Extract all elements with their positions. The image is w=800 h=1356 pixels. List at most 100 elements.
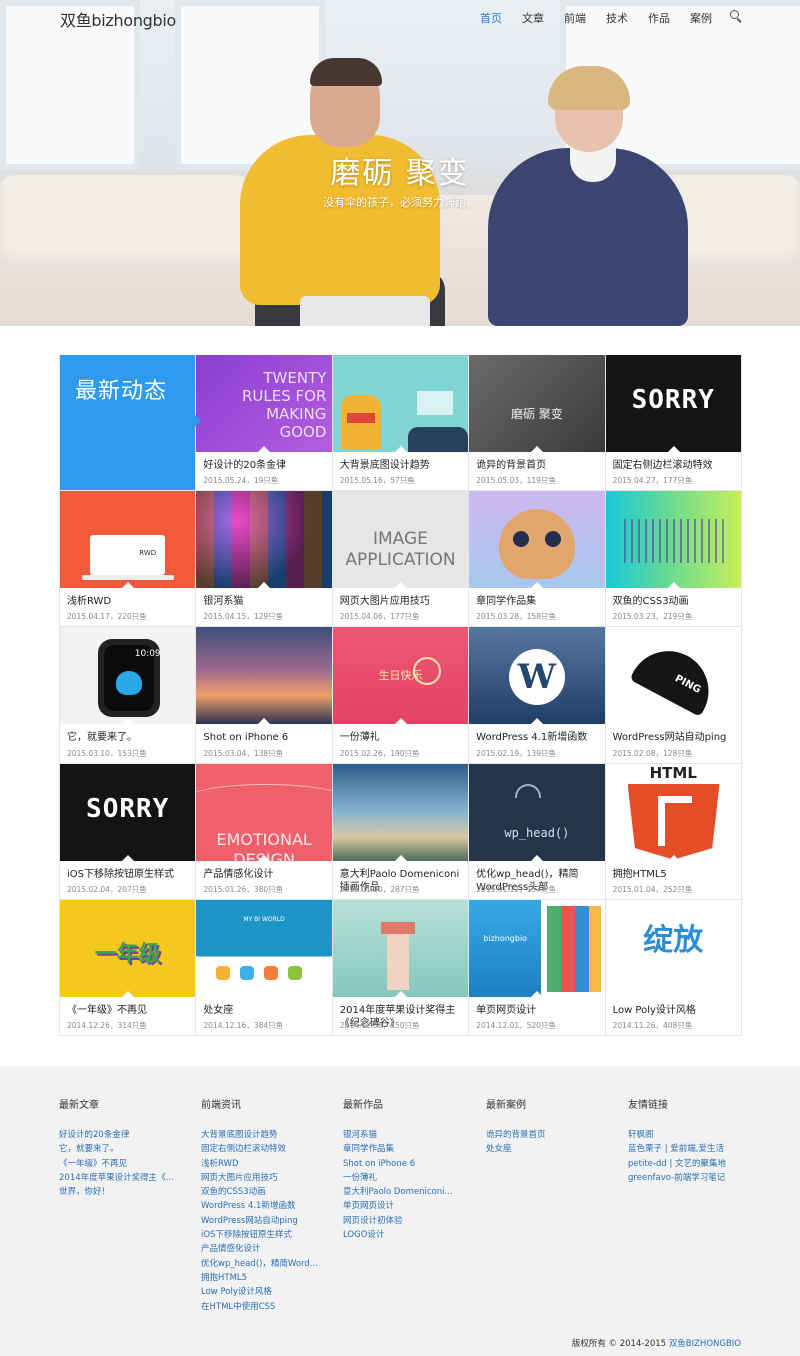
post-tile[interactable]: SORRY 固定右侧边栏滚动特效 2015.04.27，177只鱼: [605, 355, 742, 492]
footer-link[interactable]: 意大利Paolo Domeniconi...: [343, 1185, 483, 1199]
post-tile[interactable]: HTML 拥抱HTML5 2015.01.04，252只鱼: [605, 763, 742, 900]
post-tile[interactable]: 绽放 Low Poly设计风格 2014.11.26，408只鱼: [605, 899, 742, 1036]
post-tile[interactable]: PING WordPress网站自动ping 2015.02.08，128只鱼: [605, 627, 742, 764]
post-title[interactable]: 银河系猫: [203, 595, 327, 608]
post-tile[interactable]: bizhongbio 单页网页设计 2014.12.01，520只鱼: [469, 899, 606, 1036]
footer-link[interactable]: 蓝色栗子 | 爱前端,爱生活: [628, 1142, 768, 1156]
post-tile[interactable]: MY BI WORLD 处女座 2014.12.16，384只鱼: [196, 899, 333, 1036]
post-title[interactable]: 大背景底图设计趋势: [340, 459, 464, 472]
post-thumbnail[interactable]: 绽放: [605, 899, 741, 997]
post-thumbnail[interactable]: SORRY: [605, 355, 741, 452]
post-thumbnail[interactable]: RWD: [60, 491, 196, 589]
post-thumbnail[interactable]: [605, 491, 741, 589]
footer-link[interactable]: 轩枫阁: [628, 1128, 768, 1142]
post-title[interactable]: 网页大图片应用技巧: [340, 595, 464, 608]
post-thumbnail[interactable]: [196, 627, 332, 725]
site-logo[interactable]: 双鱼bizhongbio: [60, 7, 176, 31]
footer-link[interactable]: 网页大图片应用技巧: [201, 1171, 341, 1185]
footer-link[interactable]: 拥抱HTML5: [201, 1271, 341, 1285]
post-tile[interactable]: TWENTY RULES FOR MAKING GOOD 好设计的20条金律 2…: [196, 355, 333, 492]
footer-link[interactable]: 处女座: [486, 1142, 626, 1156]
post-title[interactable]: 处女座: [203, 1004, 327, 1017]
post-thumbnail[interactable]: [196, 491, 332, 589]
post-thumbnail[interactable]: [332, 899, 469, 997]
post-thumbnail[interactable]: 10:09: [60, 627, 196, 725]
post-title[interactable]: 它，就要来了。: [67, 731, 191, 744]
footer-link[interactable]: iOS下移除按钮原生样式: [201, 1228, 341, 1242]
footer-link[interactable]: 浅析RWD: [201, 1157, 341, 1171]
post-title[interactable]: 拥抱HTML5: [613, 868, 737, 881]
post-thumbnail[interactable]: 生日快乐: [332, 627, 469, 725]
footer-link[interactable]: petite-dd | 文艺的聚集地: [628, 1157, 768, 1171]
post-tile[interactable]: Shot on iPhone 6 2015.03.04，138只鱼: [196, 627, 333, 764]
post-title[interactable]: WordPress 4.1新增函数: [476, 731, 600, 744]
footer-link[interactable]: LOGO设计: [343, 1228, 483, 1242]
footer-link[interactable]: 固定右侧边栏滚动特效: [201, 1142, 341, 1156]
post-tile[interactable]: RWD 浅析RWD 2015.04.17，220只鱼: [60, 491, 197, 628]
post-title[interactable]: 固定右侧边栏滚动特效: [613, 459, 737, 472]
post-thumbnail[interactable]: 一年级: [60, 899, 196, 997]
post-thumbnail[interactable]: HTML: [605, 763, 741, 861]
post-tile[interactable]: 2014年度苹果设计奖得主《纪念碑谷》 2014.12.08，350只鱼: [332, 899, 470, 1036]
footer-link[interactable]: WordPress网站自动ping: [201, 1214, 341, 1228]
footer-link[interactable]: WordPress 4.1新增函数: [201, 1199, 341, 1213]
post-title[interactable]: Shot on iPhone 6: [203, 731, 327, 744]
footer-link[interactable]: 单页网页设计: [343, 1199, 483, 1213]
footer-link[interactable]: 好设计的20条金律: [59, 1128, 199, 1142]
post-thumbnail[interactable]: [332, 763, 469, 861]
nav-item-cases[interactable]: 案例: [690, 10, 712, 26]
post-tile[interactable]: 10:09 它，就要来了。 2015.03.10，153只鱼: [60, 627, 197, 764]
post-thumbnail[interactable]: TWENTY RULES FOR MAKING GOOD: [196, 355, 332, 452]
post-tile[interactable]: SORRY iOS下移除按钮原生样式 2015.02.04，207只鱼: [60, 763, 197, 900]
post-title[interactable]: 双鱼的CSS3动画: [613, 595, 737, 608]
footer-link[interactable]: 银河系猫: [343, 1128, 483, 1142]
post-tile[interactable]: EMOTIONAL DESIGN 产品情感化设计 2015.01.26，380只…: [196, 763, 333, 900]
post-tile[interactable]: IMAGE APPLICATION 网页大图片应用技巧 2015.04.06，1…: [332, 491, 470, 628]
footer-link[interactable]: Low Poly设计风格: [201, 1285, 341, 1299]
post-thumbnail[interactable]: bizhongbio: [469, 899, 605, 997]
post-thumbnail[interactable]: [332, 355, 469, 452]
post-title[interactable]: Low Poly设计风格: [613, 1004, 737, 1017]
post-tile[interactable]: 意大利Paolo Domeniconi插画作品 2015.01.20，287只鱼: [332, 763, 470, 900]
post-tile[interactable]: W WordPress 4.1新增函数 2015.02.19，139只鱼: [469, 627, 606, 764]
post-title[interactable]: 单页网页设计: [476, 1004, 600, 1017]
post-title[interactable]: 好设计的20条金律: [203, 459, 327, 472]
footer-link[interactable]: Shot on iPhone 6: [343, 1157, 483, 1171]
post-thumbnail[interactable]: W: [469, 627, 605, 725]
search-icon[interactable]: [730, 10, 742, 22]
post-title[interactable]: 一份薄礼: [340, 731, 464, 744]
footer-link[interactable]: 《一年级》不再见: [59, 1157, 199, 1171]
post-title[interactable]: iOS下移除按钮原生样式: [67, 868, 191, 881]
post-title[interactable]: 章同学作品集: [476, 595, 600, 608]
footer-link[interactable]: 它，就要来了。: [59, 1142, 199, 1156]
nav-item-home[interactable]: 首页: [480, 10, 502, 26]
footer-link[interactable]: 诡异的背景首页: [486, 1128, 626, 1142]
footer-link[interactable]: 网页设计初体验: [343, 1214, 483, 1228]
post-thumbnail[interactable]: [469, 491, 605, 589]
post-thumbnail[interactable]: 磨砺 聚变: [469, 355, 605, 452]
post-tile[interactable]: 双鱼的CSS3动画 2015.03.23，219只鱼: [605, 491, 742, 628]
footer-link[interactable]: 产品情感化设计: [201, 1242, 341, 1256]
post-tile[interactable]: 银河系猫 2015.04.15，129只鱼: [196, 491, 333, 628]
footer-link[interactable]: 2014年度苹果设计奖得主《...: [59, 1171, 199, 1185]
post-tile[interactable]: wp_head() 优化wp_head()，精简WordPress头部 2015…: [469, 763, 606, 900]
nav-item-articles[interactable]: 文章: [522, 10, 544, 26]
post-tile[interactable]: 一年级 《一年级》不再见 2014.12.26，314只鱼: [60, 899, 197, 1036]
post-thumbnail[interactable]: SORRY: [60, 763, 196, 861]
post-title[interactable]: 浅析RWD: [67, 595, 191, 608]
post-thumbnail[interactable]: EMOTIONAL DESIGN: [196, 763, 332, 861]
footer-link[interactable]: 一份薄礼: [343, 1171, 483, 1185]
post-title[interactable]: 诡异的背景首页: [476, 459, 600, 472]
nav-item-frontend[interactable]: 前端: [564, 10, 586, 26]
nav-item-works[interactable]: 作品: [648, 10, 670, 26]
post-tile[interactable]: 生日快乐 一份薄礼 2015.02.26，190只鱼: [332, 627, 470, 764]
footer-link[interactable]: 在HTML中使用CSS: [201, 1300, 341, 1314]
post-thumbnail[interactable]: PING: [605, 627, 741, 725]
footer-link[interactable]: 世界，你好！: [59, 1185, 199, 1199]
post-thumbnail[interactable]: MY BI WORLD: [196, 899, 332, 997]
post-title[interactable]: 《一年级》不再见: [67, 1004, 191, 1017]
copyright-link[interactable]: 双鱼BIZHONGBIO: [669, 1339, 741, 1349]
post-thumbnail[interactable]: IMAGE APPLICATION: [332, 491, 469, 589]
footer-link[interactable]: 大背景底图设计趋势: [201, 1128, 341, 1142]
post-thumbnail[interactable]: wp_head(): [469, 763, 605, 861]
